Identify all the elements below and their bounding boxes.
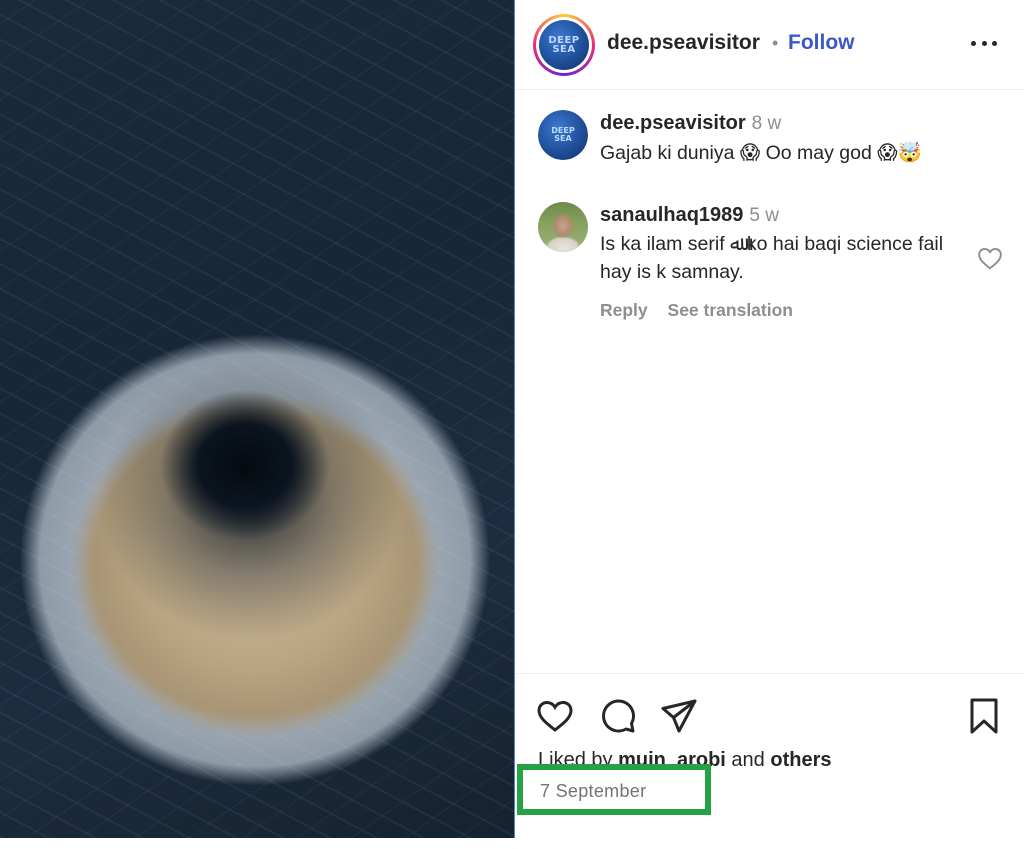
more-dot xyxy=(981,40,987,46)
post-header: DEEP SEA dee.pseavisitor • Follow xyxy=(515,0,1024,90)
commenter-photo xyxy=(538,202,588,252)
more-dot xyxy=(971,40,976,46)
reply-button[interactable]: Reply xyxy=(600,300,648,320)
liked-by-and: and xyxy=(731,749,765,771)
comment-username[interactable]: sanaulhaq1989 5 w xyxy=(600,204,779,227)
comment-username-text[interactable]: sanaulhaq1989 xyxy=(600,204,743,226)
commenter-avatar[interactable] xyxy=(538,202,588,252)
comment-username[interactable]: dee.pseavisitor 8 w xyxy=(600,112,781,135)
heart-icon[interactable] xyxy=(535,696,575,736)
more-dot xyxy=(992,40,997,46)
logo-line-2: SEA xyxy=(554,134,572,143)
deep-sea-logo: DEEP SEA xyxy=(539,20,589,70)
see-translation-button[interactable]: See translation xyxy=(668,300,793,320)
comment-item: sanaulhaq1989 5 w Is ka ilam serif ﷲ ko h… xyxy=(515,200,1024,330)
share-icon[interactable] xyxy=(659,696,699,736)
logo-line-2: SEA xyxy=(552,44,576,55)
author-avatar[interactable]: DEEP SEA xyxy=(533,14,595,76)
comment-text: Gajab ki duniya 😱 Oo may god 😱🤯 xyxy=(600,142,922,164)
comment-username-text[interactable]: dee.pseavisitor xyxy=(600,112,746,134)
comment-time: 8 w xyxy=(751,113,782,134)
author-username[interactable]: dee.pseavisitor xyxy=(607,31,760,55)
comment-icon[interactable] xyxy=(598,696,638,736)
avatar-gap: DEEP SEA xyxy=(536,17,592,73)
header-separator: • xyxy=(772,33,779,53)
comment-heart-icon[interactable] xyxy=(977,246,1003,270)
comment-text: Is ka ilam serif ﷲ ko hai baqi science f… xyxy=(600,233,944,283)
post-action-bar: Liked by muin_arobi and others 7 Septemb… xyxy=(515,673,1024,838)
comment-actions: Reply See translation xyxy=(600,300,808,321)
deep-sea-logo: DEEP SEA xyxy=(538,110,588,160)
caption-avatar[interactable]: DEEP SEA xyxy=(538,110,588,160)
post-media-image[interactable] xyxy=(0,0,514,838)
post-side-panel: DEEP SEA dee.pseavisitor • Follow DEEP S… xyxy=(515,0,1024,838)
liked-by-others[interactable]: others xyxy=(770,749,831,771)
caption-comment: DEEP SEA dee.pseavisitor 8 w Gajab ki dun… xyxy=(515,108,1024,178)
bookmark-icon[interactable] xyxy=(964,696,1004,736)
follow-button[interactable]: Follow xyxy=(788,31,855,55)
post-date[interactable]: 7 September xyxy=(540,781,646,802)
more-options-icon[interactable] xyxy=(971,30,997,56)
date-highlight-box: 7 September xyxy=(517,764,711,815)
comment-time: 5 w xyxy=(749,205,779,226)
